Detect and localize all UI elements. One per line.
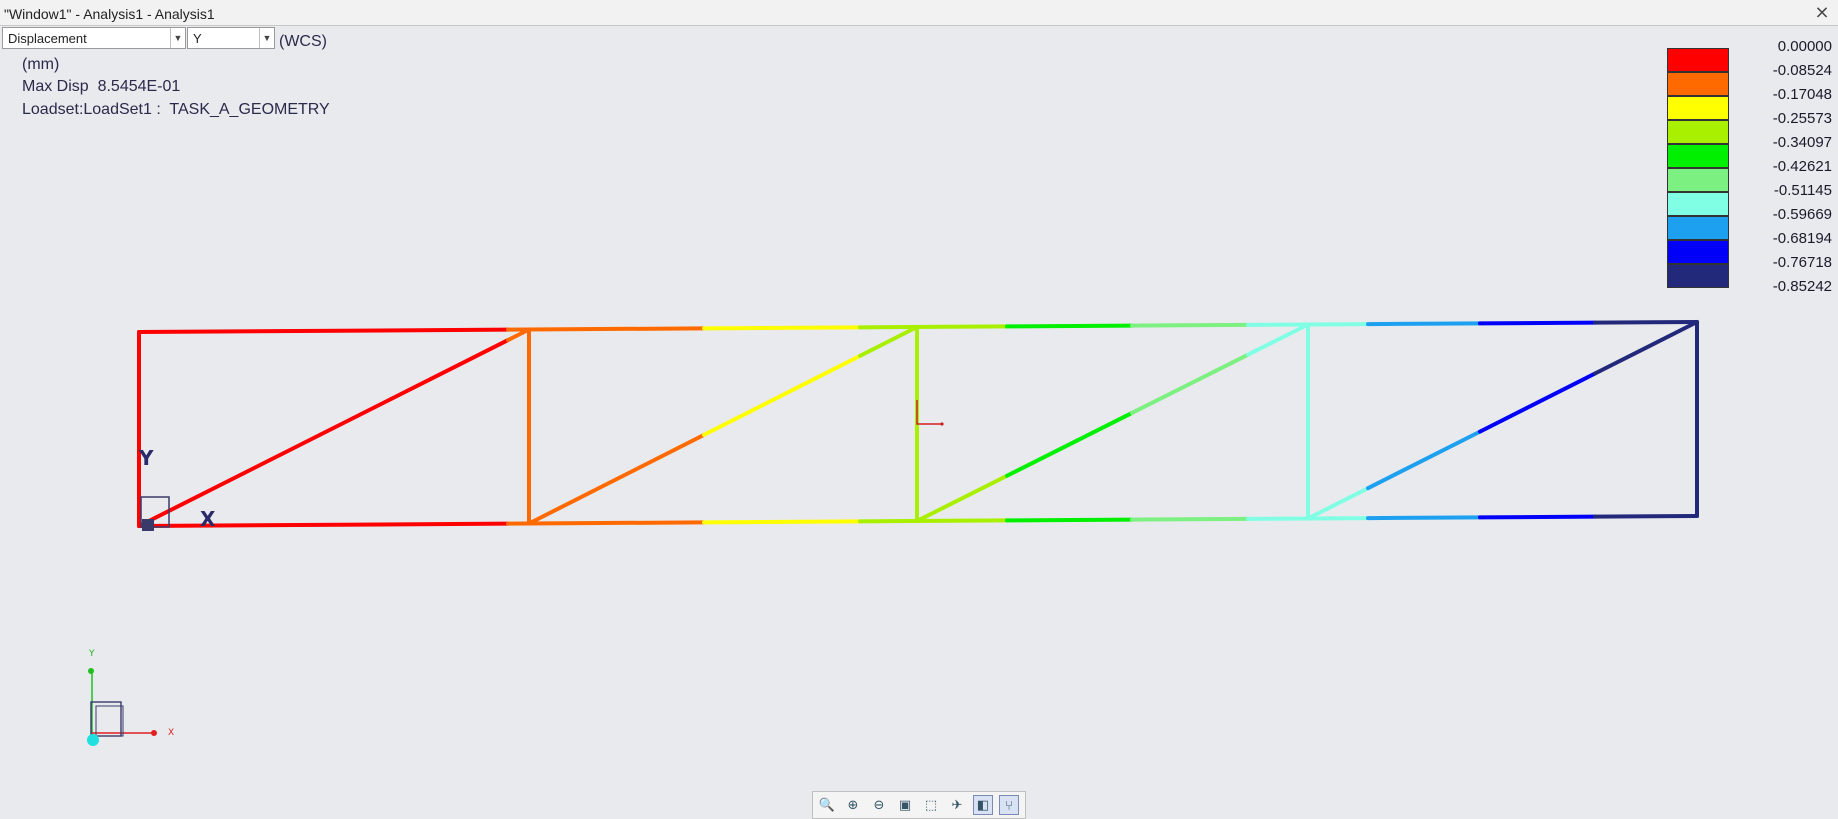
zoom-out-icon[interactable]: ⊖ — [869, 795, 889, 815]
truss-bottom-chord — [137, 521, 510, 528]
truss-top-chord — [1478, 320, 1597, 326]
zoom-fit-icon[interactable]: 🔍 — [817, 795, 837, 815]
truss-diagonal — [527, 432, 706, 526]
truss-diagonal — [137, 338, 510, 528]
center-marker-icon — [916, 400, 942, 425]
center-marker-dot-icon — [940, 422, 944, 426]
truss-diagonal — [1366, 429, 1482, 491]
truss-top-chord — [506, 326, 706, 332]
truss-diagonal — [858, 325, 919, 358]
repaint-icon[interactable]: ▣ — [895, 795, 915, 815]
wcs-y-label: Y — [138, 446, 154, 470]
truss-bottom-chord — [506, 520, 706, 526]
truss-bottom-chord — [1005, 517, 1134, 523]
truss-bottom-chord — [1130, 516, 1250, 522]
truss-top-chord — [702, 325, 862, 331]
truss-diagonal — [1246, 322, 1310, 357]
truss-top-chord — [1593, 320, 1699, 325]
model-tree-icon[interactable]: ⑂ — [999, 795, 1019, 815]
truss-top-chord — [1005, 323, 1134, 329]
truss-diagonal — [1478, 371, 1597, 434]
view-manager-icon[interactable]: ✈ — [947, 795, 967, 815]
triad-x-label: X — [168, 728, 174, 738]
truss-diagonal — [1005, 410, 1134, 478]
truss-diagonal — [1593, 320, 1699, 376]
truss-top-chord — [137, 327, 510, 334]
model-viewport[interactable]: Y X Y X — [0, 0, 1838, 819]
truss-top-chord — [1130, 322, 1250, 328]
truss-diagonal — [1130, 352, 1250, 415]
truss-diagonal — [702, 353, 862, 437]
truss-bottom-chord — [1593, 514, 1699, 519]
truss-bottom-chord — [702, 519, 862, 525]
truss-top-chord — [858, 324, 1009, 330]
display-style-icon[interactable]: ◧ — [973, 795, 993, 815]
zoom-in-icon[interactable]: ⊕ — [843, 795, 863, 815]
truss-diagonal — [1306, 486, 1370, 521]
truss-diagonal — [915, 473, 1009, 524]
truss-top-chord — [1366, 321, 1482, 327]
truss-bottom-chord — [1478, 514, 1597, 520]
triad-y-label: Y — [88, 649, 95, 659]
truss-bottom-chord — [858, 518, 1009, 524]
truss-bottom-chord — [1366, 515, 1482, 521]
orient-icon[interactable]: ⬚ — [921, 795, 941, 815]
orientation-triad-icon — [87, 668, 157, 746]
wcs-x-label: X — [200, 507, 216, 531]
view-toolbar: 🔍 ⊕ ⊖ ▣ ⬚ ✈ ◧ ⑂ — [812, 791, 1026, 819]
